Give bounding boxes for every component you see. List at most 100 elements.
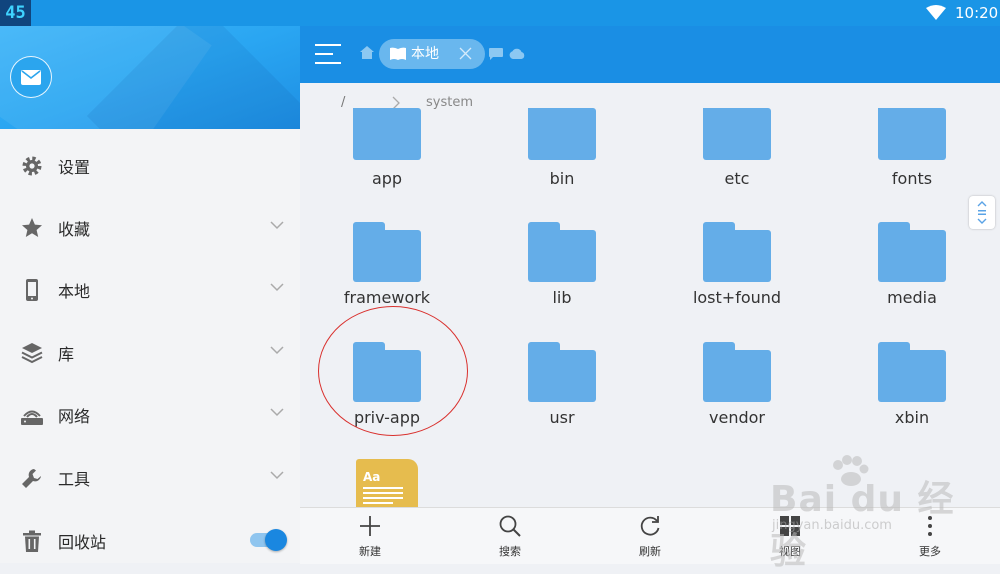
drawer-item-settings[interactable]: 设置 (0, 138, 300, 194)
file-name: app (371, 169, 403, 188)
folder-icon (703, 342, 771, 402)
drawer-item-label: 库 (58, 345, 75, 364)
chevron-down-icon[interactable] (270, 346, 284, 355)
file-name: usr (549, 408, 575, 427)
folder-icon (528, 108, 596, 161)
folder-icon (878, 342, 946, 402)
view-button[interactable]: 视图 (720, 508, 860, 564)
gear-icon (22, 156, 42, 176)
search-label: 搜索 (499, 545, 521, 558)
scroll-arrows-icon (977, 201, 987, 224)
network-icon (21, 410, 43, 425)
drawer-item-label: 收藏 (58, 220, 91, 239)
file-name: etc (724, 169, 750, 188)
book-icon (390, 47, 406, 60)
wifi-icon (926, 5, 946, 20)
mail-button[interactable] (10, 56, 52, 98)
more-button[interactable]: 更多 (860, 508, 1000, 564)
txt-file-icon[interactable]: Aa (356, 459, 418, 509)
folder-icon (353, 222, 421, 282)
phone-icon (26, 279, 38, 301)
folder-icon (703, 108, 771, 161)
close-icon[interactable] (459, 47, 472, 60)
file-name: framework (343, 288, 431, 307)
new-label: 新建 (359, 545, 381, 558)
tab-label: 本地 (411, 46, 439, 62)
refresh-button[interactable]: 刷新 (580, 508, 720, 564)
status-bar: 45 10:20 (0, 0, 1000, 26)
folder-item[interactable]: media (827, 222, 997, 332)
fast-scroll-handle[interactable] (969, 196, 995, 229)
folder-item[interactable]: bin (477, 108, 647, 227)
folder-icon (528, 222, 596, 282)
tab-local[interactable]: 本地 (379, 39, 485, 69)
notification-badge: 45 (0, 0, 31, 26)
drawer-item-recycle-bin[interactable]: 回收站 (0, 513, 300, 569)
folder-item[interactable]: vendor (652, 342, 822, 452)
status-time: 10:20 (955, 4, 999, 22)
file-name: lost+found (692, 288, 782, 307)
folder-item[interactable]: lost+found (652, 222, 822, 332)
file-name: bin (549, 169, 575, 188)
folder-icon (528, 342, 596, 402)
bottom-action-bar: 新建 搜索 刷新 视图 更多 (300, 507, 1000, 564)
drawer-header (0, 26, 300, 129)
plus-icon (360, 516, 380, 536)
highlight-circle (318, 306, 468, 436)
drawer-item-label: 本地 (58, 282, 91, 301)
search-icon (499, 515, 521, 537)
menu-icon[interactable] (315, 42, 341, 66)
folder-icon (878, 222, 946, 282)
chevron-down-icon[interactable] (270, 408, 284, 417)
navigation-drawer: 设置 收藏 本地 库 网络 工具 回收站 (0, 0, 300, 563)
file-name: lib (552, 288, 572, 307)
drawer-item-tools[interactable]: 工具 (0, 450, 300, 506)
breadcrumb-current[interactable]: system (426, 95, 473, 110)
more-label: 更多 (919, 545, 941, 558)
chevron-down-icon[interactable] (270, 283, 284, 292)
breadcrumb-root[interactable]: / (341, 95, 345, 110)
chat-icon[interactable] (489, 48, 503, 60)
folder-item[interactable]: xbin (827, 342, 997, 452)
paw-icon (833, 455, 869, 486)
drawer-item-library[interactable]: 库 (0, 325, 300, 381)
wrench-icon (22, 469, 41, 488)
refresh-icon (640, 516, 660, 536)
trash-icon (23, 530, 41, 552)
refresh-label: 刷新 (639, 545, 661, 558)
txt-file-label: Aa (363, 470, 381, 484)
cloud-icon[interactable] (509, 48, 525, 59)
file-name: media (887, 288, 937, 307)
folder-item[interactable]: etc (652, 108, 822, 227)
folder-icon (353, 108, 421, 161)
home-icon[interactable] (360, 46, 374, 59)
star-icon (22, 218, 42, 237)
recycle-bin-toggle[interactable] (250, 526, 287, 554)
folder-item[interactable]: usr (477, 342, 647, 452)
search-button[interactable]: 搜索 (440, 508, 580, 564)
file-name: xbin (894, 408, 930, 427)
drawer-item-label: 工具 (58, 470, 91, 489)
file-name: fonts (891, 169, 933, 188)
chevron-down-icon[interactable] (270, 471, 284, 480)
layers-icon (21, 343, 43, 364)
grid-view-icon (780, 516, 800, 536)
drawer-item-favorites[interactable]: 收藏 (0, 200, 300, 256)
file-name: vendor (709, 408, 765, 427)
folder-item[interactable]: lib (477, 222, 647, 332)
text-lines-icon (363, 487, 403, 504)
view-label: 视图 (779, 545, 801, 558)
drawer-item-network[interactable]: 网络 (0, 387, 300, 443)
drawer-item-label: 设置 (58, 158, 91, 177)
new-button[interactable]: 新建 (300, 508, 440, 564)
drawer-item-local[interactable]: 本地 (0, 262, 300, 318)
folder-icon (703, 222, 771, 282)
more-vert-icon (928, 516, 932, 536)
drawer-item-label: 回收站 (58, 533, 107, 552)
folder-item[interactable]: app (302, 108, 472, 227)
chevron-down-icon[interactable] (270, 221, 284, 230)
drawer-item-label: 网络 (58, 407, 91, 426)
folder-icon (878, 108, 946, 161)
top-toolbar: 本地 (300, 26, 1000, 83)
mail-icon (21, 69, 41, 85)
